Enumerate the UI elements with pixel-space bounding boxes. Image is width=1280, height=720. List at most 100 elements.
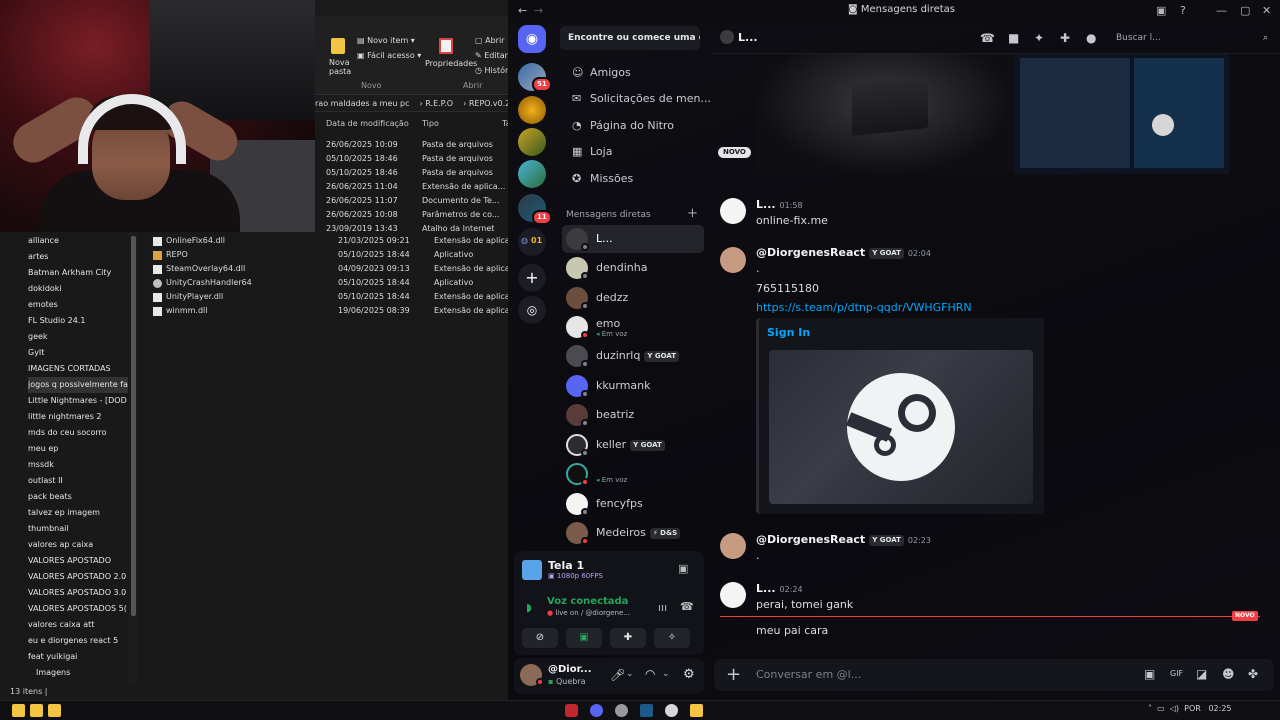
file-row[interactable]: 05/10/2025 18:46 Pasta de arquivos (326, 152, 508, 166)
nav-folder[interactable]: VALORES APOSTADO (28, 553, 128, 569)
nav-folder[interactable]: meu ep (28, 441, 128, 457)
message-avatar[interactable] (720, 533, 746, 559)
nav-folder[interactable]: thumbnail (28, 521, 128, 537)
message-composer[interactable]: + Conversar em @l... ▣ GIF ◪ ☻ ✤ (714, 659, 1274, 691)
nav-folder[interactable]: eu e diorgenes react 5 (28, 633, 128, 649)
taskbar-discord-icon[interactable] (590, 704, 603, 717)
video-call-icon[interactable]: ■ (1008, 31, 1019, 45)
nav-folder-selected[interactable]: jogos q possivelmente fa (28, 377, 128, 393)
help-icon[interactable]: ? (1180, 4, 1186, 17)
scrollbar-thumb[interactable] (131, 236, 136, 616)
dm-item[interactable]: keller Y GOAT (562, 431, 704, 459)
dm-item[interactable]: Medeiros ⚡ D&S (562, 519, 704, 547)
dm-item[interactable]: kkurmank (562, 372, 704, 400)
nav-folder[interactable]: VALORES APOSTADO 3.0 (28, 585, 128, 601)
nav-folder[interactable]: outlast II (28, 473, 128, 489)
dm-item[interactable]: emo ◂ Em voz (562, 313, 704, 341)
new-dm-plus-icon[interactable]: + (687, 206, 698, 221)
nav-folder[interactable]: GyIt (28, 345, 128, 361)
server-icon[interactable] (518, 160, 546, 188)
volume-icon[interactable]: ◁) (1170, 704, 1179, 713)
history-button[interactable]: ◷ Histór (475, 66, 508, 75)
settings-gear-icon[interactable]: ⚙ (683, 667, 695, 682)
server-icon[interactable] (518, 128, 546, 156)
message-link[interactable]: https://s.team/p/dtnp-qqdr/VWHGFHRN (756, 301, 972, 314)
file-row[interactable]: 26/06/2025 11:07 Documento de Te... (326, 194, 508, 208)
message-author-name[interactable]: L... (756, 198, 776, 211)
message-author-name[interactable]: @DiorgenesReact (756, 533, 865, 546)
file-row[interactable]: 26/06/2025 11:04 Extensão de aplica... (326, 180, 508, 194)
properties-button[interactable]: Propriedades (425, 59, 477, 68)
server-icon[interactable]: 51 (518, 63, 552, 92)
minimize-icon[interactable]: — (1216, 4, 1227, 17)
easy-access-button[interactable]: ▣ Fácil acesso ▾ (357, 51, 421, 60)
disconnect-icon[interactable]: ☎ (680, 600, 694, 613)
language-indicator[interactable]: POR (1184, 704, 1201, 713)
embed-image[interactable] (769, 350, 1033, 504)
pin-icon[interactable]: ✦ (1034, 31, 1044, 45)
open-button[interactable]: ▢ Abrir (475, 36, 504, 45)
nav-folder-pictures[interactable]: Imagens (36, 665, 136, 681)
nav-folder[interactable]: VALORES APOSTADOS 5( (28, 601, 128, 617)
breadcrumb-item[interactable]: REPO.v0.2.2-OF (469, 99, 508, 108)
taskbar-steam-icon[interactable] (640, 704, 653, 717)
stop-stream-icon[interactable]: ▣ (678, 562, 688, 575)
new-folder-button[interactable]: Nova pasta (329, 58, 351, 76)
server-icon[interactable]: 11 (518, 194, 552, 225)
nav-folder[interactable]: Little Nightmares - [DOD (28, 393, 128, 409)
dm-item[interactable]: dendinha (562, 254, 704, 282)
dm-search-button[interactable]: Encontre ou comece uma con... (560, 26, 700, 50)
dm-item[interactable]: beatriz (562, 401, 704, 429)
taskbar-folder-icon[interactable] (30, 704, 43, 717)
dm-item[interactable]: fencyfps (562, 490, 704, 518)
discover-icon[interactable]: ◎ (518, 296, 546, 324)
user-profile-icon[interactable]: ● (1086, 31, 1096, 45)
nav-folder[interactable]: mds do ceu socorro (28, 425, 128, 441)
breadcrumb-item[interactable]: R.E.P.O (425, 99, 453, 108)
nav-folder[interactable]: Batman Arkham City (28, 265, 128, 281)
edit-button[interactable]: ✎ Editar (475, 51, 508, 60)
file-row[interactable]: 26/06/2025 10:09 Pasta de arquivos (326, 138, 508, 152)
message-avatar[interactable] (720, 247, 746, 273)
taskbar-folder-icon[interactable] (12, 704, 25, 717)
emoji-icon[interactable]: ☻ (1222, 667, 1235, 681)
nav-folder[interactable]: FL Studio 24.1 (28, 313, 128, 329)
soundboard-button[interactable]: ✧ (654, 628, 690, 648)
dm-item[interactable]: dedzz (562, 284, 704, 312)
column-date[interactable]: Data de modificação (326, 119, 409, 128)
headphones-icon[interactable]: ◠ (645, 667, 655, 681)
clock[interactable]: 02:25 (1208, 704, 1231, 713)
nav-folder[interactable]: geek (28, 329, 128, 345)
address-bar[interactable]: rao maldades a meu pc › R.E.P.O › REPO.v0.… (315, 96, 508, 112)
voice-call-icon[interactable]: ☎ (980, 31, 995, 45)
file-row[interactable]: 26/06/2025 10:08 Parâmetros de co... (326, 208, 508, 222)
activities-button[interactable]: ✚ (610, 628, 646, 648)
image-attachment[interactable] (756, 54, 1230, 174)
nav-folder[interactable]: mssdk (28, 457, 128, 473)
network-icon[interactable]: ▭ (1157, 704, 1165, 713)
noise-suppression-icon[interactable]: ııı (658, 601, 667, 614)
new-item-button[interactable]: ▤ Novo item ▾ (357, 36, 415, 45)
message-avatar[interactable] (720, 582, 746, 608)
breadcrumb-item[interactable]: rao maldades a meu pc (315, 99, 410, 108)
nav-folder[interactable]: pack beats (28, 489, 128, 505)
voice-status[interactable]: Voz conectada (547, 596, 628, 607)
nav-folder[interactable]: IMAGENS CORTADAS (28, 361, 128, 377)
camera-off-button[interactable]: ⊘ (522, 628, 558, 648)
microphone-icon[interactable]: 🎤︎ (610, 668, 625, 682)
message-input[interactable]: Conversar em @l... (756, 668, 861, 681)
nav-folder[interactable]: talvez ep imagem (28, 505, 128, 521)
embed-title[interactable]: Sign In (767, 326, 810, 339)
sticker-icon[interactable]: ◪ (1196, 667, 1207, 681)
inbox-icon[interactable]: ▣ (1156, 4, 1166, 17)
message-avatar[interactable] (720, 198, 746, 224)
close-icon[interactable]: ✕ (1262, 4, 1271, 17)
gif-icon[interactable]: GIF (1170, 669, 1183, 678)
add-server-icon[interactable]: + (518, 264, 546, 292)
discord-home-icon[interactable]: ◉ (518, 25, 546, 53)
forward-arrow-icon[interactable]: → (534, 4, 543, 17)
nav-folder[interactable]: valores caixa att (28, 617, 128, 633)
chevron-down-icon[interactable]: ⌄ (626, 669, 634, 679)
nav-folder[interactable]: little nightmares 2 (28, 409, 128, 425)
nav-scrollbar[interactable] (129, 232, 138, 684)
